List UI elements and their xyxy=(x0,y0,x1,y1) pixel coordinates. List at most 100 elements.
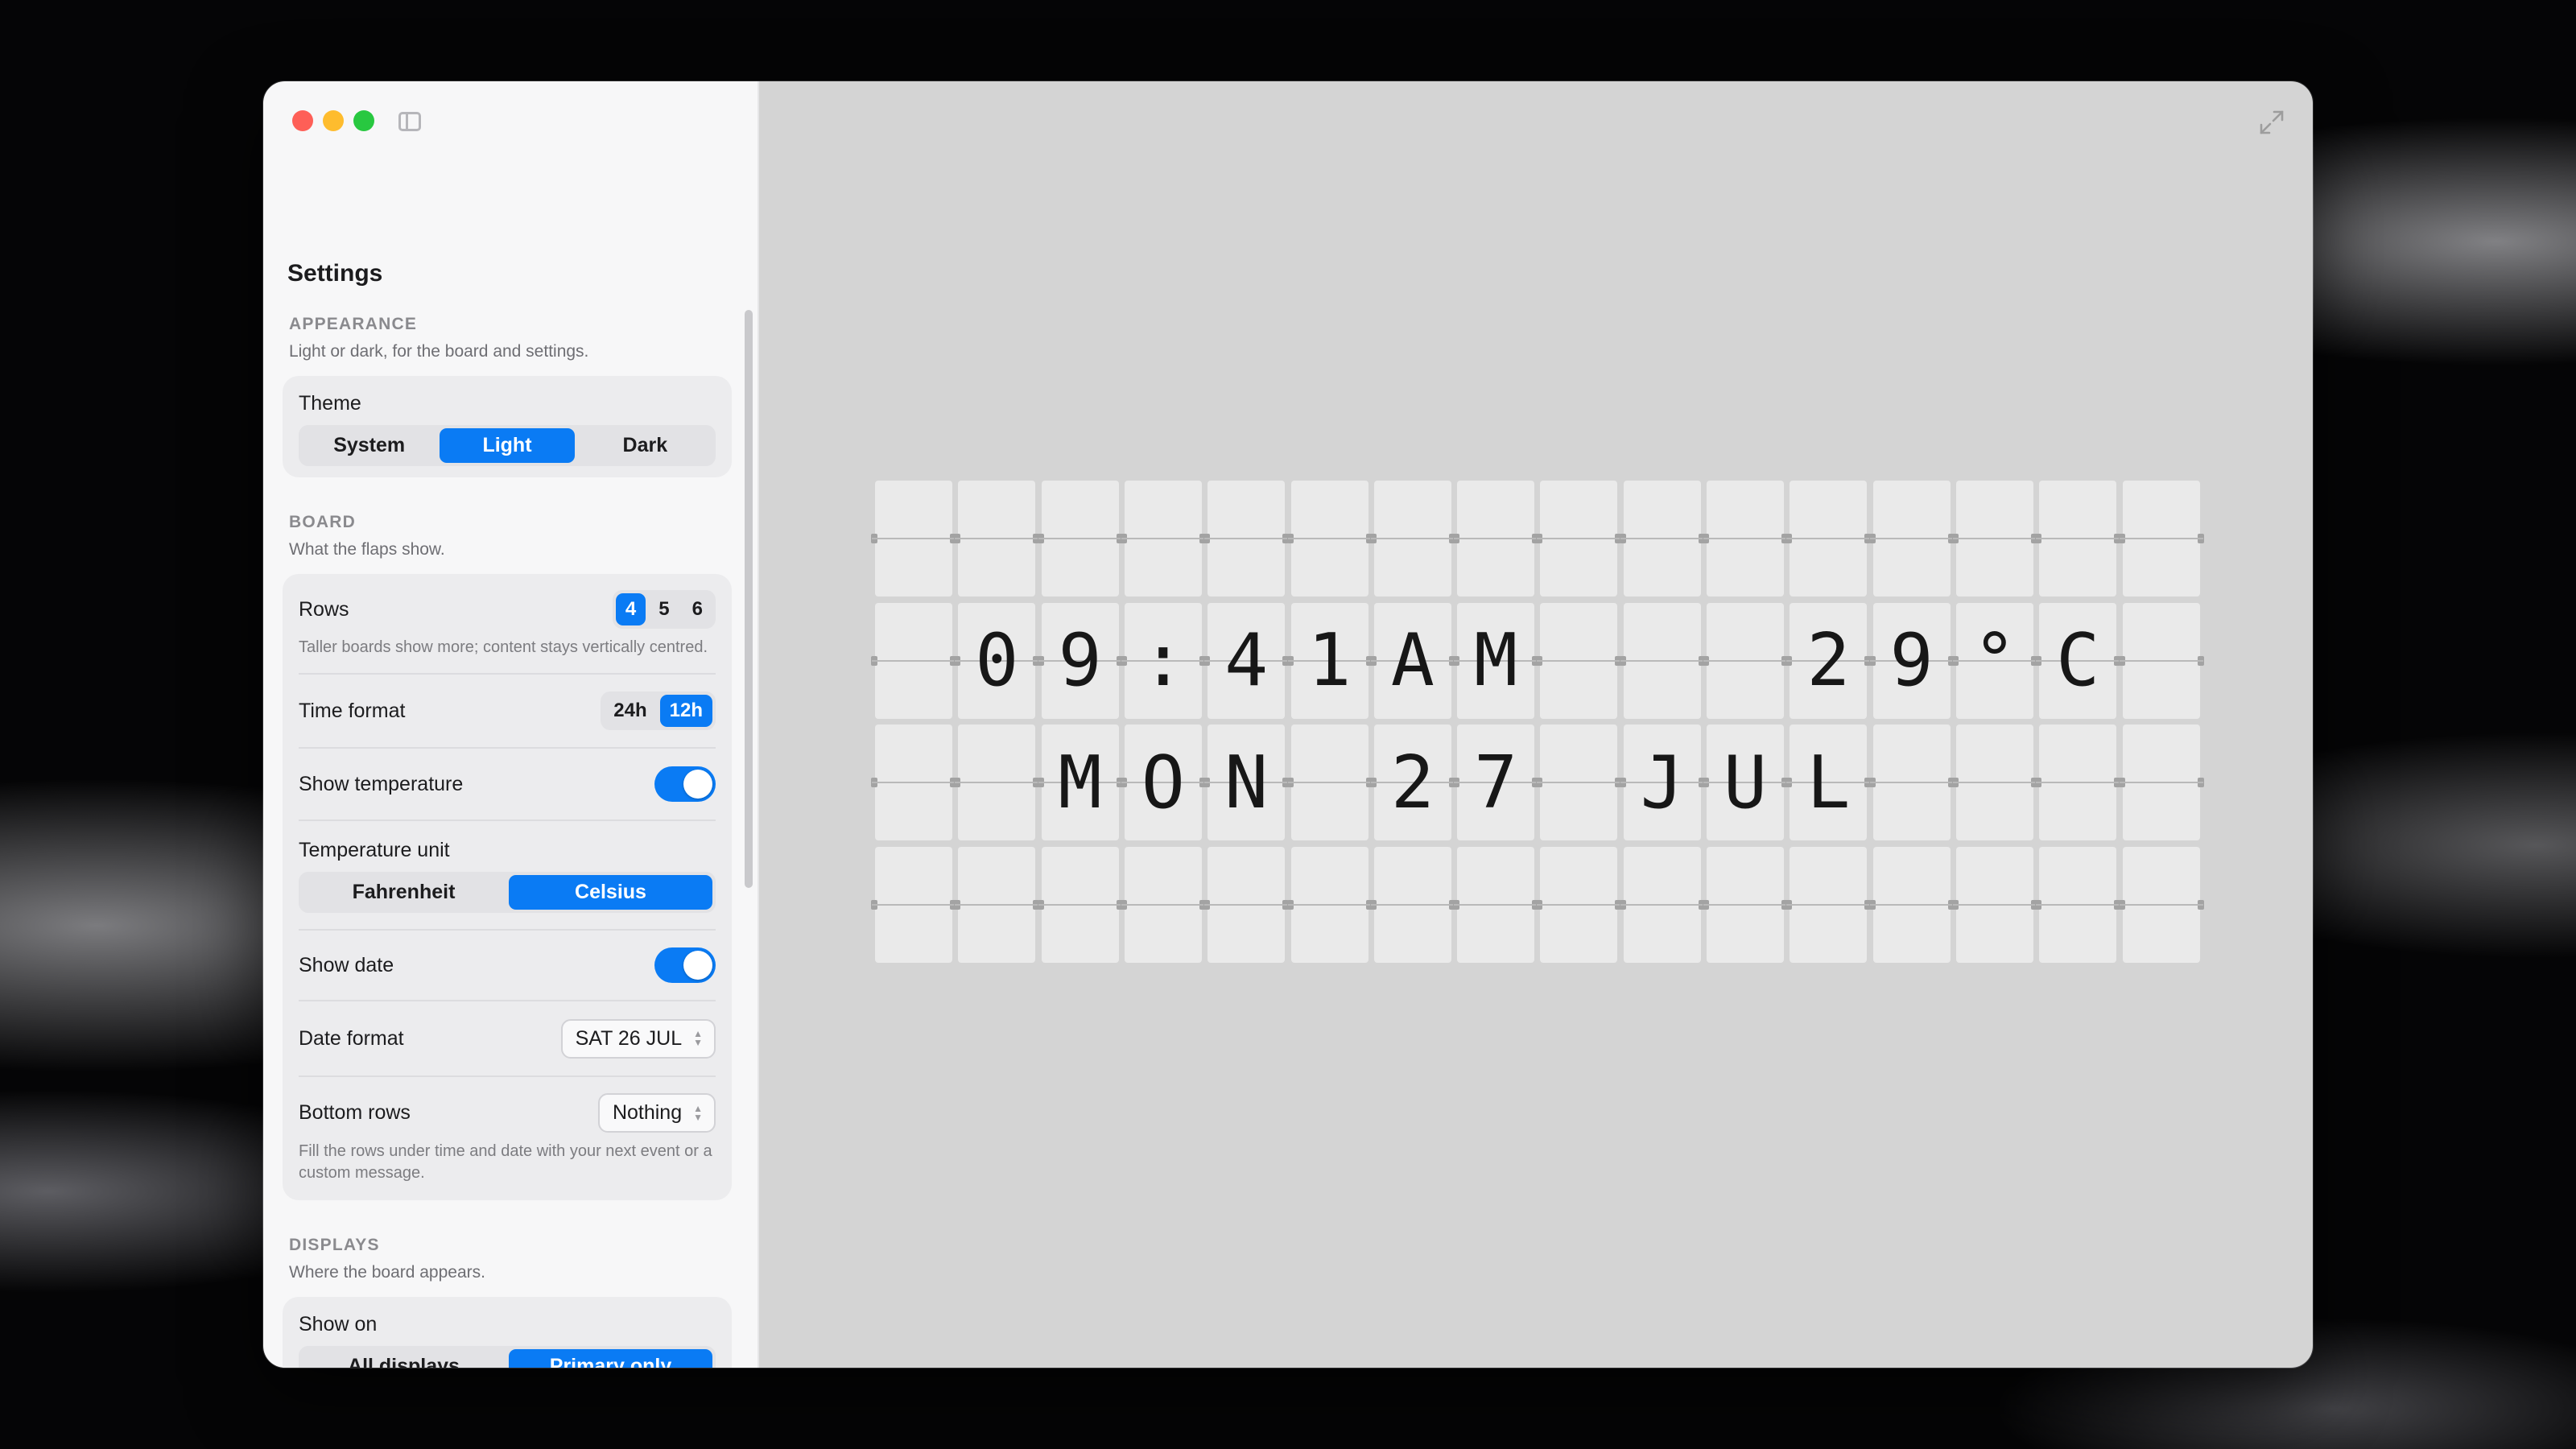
flap-cell: 2 xyxy=(1369,724,1455,840)
flap-cell: O xyxy=(1120,724,1206,840)
flap-cell: M xyxy=(1037,724,1123,840)
sidebar-icon[interactable] xyxy=(398,112,421,131)
all-displays-button[interactable]: All displays xyxy=(302,1349,506,1368)
flap-character: 2 xyxy=(1806,618,1851,703)
flap-cell: A xyxy=(1369,602,1455,719)
flap-character xyxy=(1457,481,1534,597)
flap-cell xyxy=(1951,481,2037,597)
flap-character xyxy=(875,481,952,597)
flap-cell xyxy=(1203,481,1290,597)
minimize-button[interactable] xyxy=(323,110,344,131)
time-format-12h-button[interactable]: 12h xyxy=(659,695,712,727)
flap-cell xyxy=(1951,846,2037,963)
flap-character xyxy=(2039,481,2116,597)
flap-character: 2 xyxy=(1390,740,1435,825)
temperature-unit-segmented-control: Fahrenheit Celsius xyxy=(299,872,716,913)
flap-cell xyxy=(1868,481,1955,597)
flap-character xyxy=(1540,481,1617,597)
flap-character xyxy=(1374,481,1451,597)
flap-cell xyxy=(1868,846,1955,963)
displays-card: Show on All displays Primary only xyxy=(283,1297,732,1368)
date-format-select[interactable]: SAT 26 JUL ▲ ▼ xyxy=(560,1018,716,1059)
flap-character: O xyxy=(1141,740,1185,825)
bottom-rows-select[interactable]: Nothing ▲ ▼ xyxy=(597,1093,716,1133)
flap-cell xyxy=(1703,602,1788,719)
show-date-toggle[interactable] xyxy=(654,947,716,983)
flap-character xyxy=(1208,481,1285,597)
time-format-label: Time format xyxy=(299,699,406,722)
flap-cell xyxy=(954,846,1040,963)
flap-cell xyxy=(1703,846,1788,963)
theme-system-button[interactable]: System xyxy=(302,428,436,463)
show-temperature-row: Show temperature xyxy=(299,749,716,821)
app-window: Settings APPEARANCE Light or dark, for t… xyxy=(262,80,2314,1368)
flap-character xyxy=(1707,603,1784,719)
show-date-label: Show date xyxy=(299,953,394,976)
settings-scroll: APPEARANCE Light or dark, for the board … xyxy=(283,315,732,1368)
date-format-label: Date format xyxy=(299,1026,404,1050)
flap-character xyxy=(1540,724,1617,840)
theme-dark-button[interactable]: Dark xyxy=(578,428,712,463)
flap-character xyxy=(1125,847,1202,963)
flap-character xyxy=(1540,603,1617,719)
flap-cell: 0 xyxy=(954,602,1040,719)
flap-cell xyxy=(1536,724,1622,840)
celsius-button[interactable]: Celsius xyxy=(509,875,712,910)
rows-5-button[interactable]: 5 xyxy=(649,593,679,625)
flap-character xyxy=(1374,847,1451,963)
flap-character xyxy=(2039,847,2116,963)
flap-character: U xyxy=(1723,740,1768,825)
flap-cell xyxy=(1619,481,1705,597)
flap-cell xyxy=(1120,481,1206,597)
flap-cell xyxy=(871,481,956,597)
flap-cell: U xyxy=(1703,724,1788,840)
flap-character xyxy=(875,603,952,719)
flap-cell: 9 xyxy=(1868,602,1955,719)
flap-character: ° xyxy=(1972,618,2017,703)
flap-character xyxy=(958,724,1035,840)
scrollbar[interactable] xyxy=(745,310,753,888)
flap-cell xyxy=(1868,724,1955,840)
flap-character xyxy=(958,481,1035,597)
flap-character xyxy=(1208,847,1285,963)
time-format-24h-button[interactable]: 24h xyxy=(604,695,656,727)
rows-row: Rows 4 5 6 Taller boards show more; cont… xyxy=(299,574,716,675)
flap-cell: M xyxy=(1453,602,1539,719)
flap-character xyxy=(1624,847,1701,963)
flap-character xyxy=(1624,603,1701,719)
settings-sidebar: Settings APPEARANCE Light or dark, for t… xyxy=(263,81,759,1368)
flap-character xyxy=(1291,724,1368,840)
flap-cell xyxy=(1785,481,1872,597)
temperature-unit-row: Temperature unit Fahrenheit Celsius xyxy=(299,821,716,931)
flap-cell xyxy=(1453,846,1539,963)
displays-desc: Where the board appears. xyxy=(289,1263,485,1282)
zoom-button[interactable] xyxy=(353,110,374,131)
board-preview: 0 9:4 1 A M 2 9 ° C M O N 2 7 J U L xyxy=(759,81,2313,1368)
bottom-rows-value: Nothing xyxy=(612,1101,683,1124)
flap-character xyxy=(1291,481,1368,597)
flap-cell: 2 xyxy=(1785,602,1872,719)
flap-character xyxy=(875,847,952,963)
flap-cell xyxy=(954,481,1040,597)
flap-character xyxy=(1291,847,1368,963)
rows-4-button[interactable]: 4 xyxy=(615,593,646,625)
flap-cell: : xyxy=(1120,602,1206,719)
displays-header: DISPLAYS xyxy=(289,1236,380,1254)
close-button[interactable] xyxy=(292,110,313,131)
rows-segmented-control: 4 5 6 xyxy=(612,590,716,629)
flap-character xyxy=(1042,481,1119,597)
fahrenheit-button[interactable]: Fahrenheit xyxy=(302,875,506,910)
show-temperature-toggle[interactable] xyxy=(654,766,716,802)
theme-light-button[interactable]: Light xyxy=(440,428,575,463)
flap-character: C xyxy=(2056,618,2100,703)
expand-icon[interactable] xyxy=(2258,109,2285,136)
rows-6-button[interactable]: 6 xyxy=(683,593,712,625)
primary-only-button[interactable]: Primary only xyxy=(509,1349,712,1368)
flap-cell xyxy=(1951,724,2037,840)
appearance-card: Theme System Light Dark xyxy=(283,376,732,477)
flap-cell xyxy=(1536,481,1622,597)
flap-character xyxy=(958,847,1035,963)
flap-cell xyxy=(1203,846,1290,963)
flap-character xyxy=(2039,724,2116,840)
flap-cell: 4 xyxy=(1203,602,1290,719)
